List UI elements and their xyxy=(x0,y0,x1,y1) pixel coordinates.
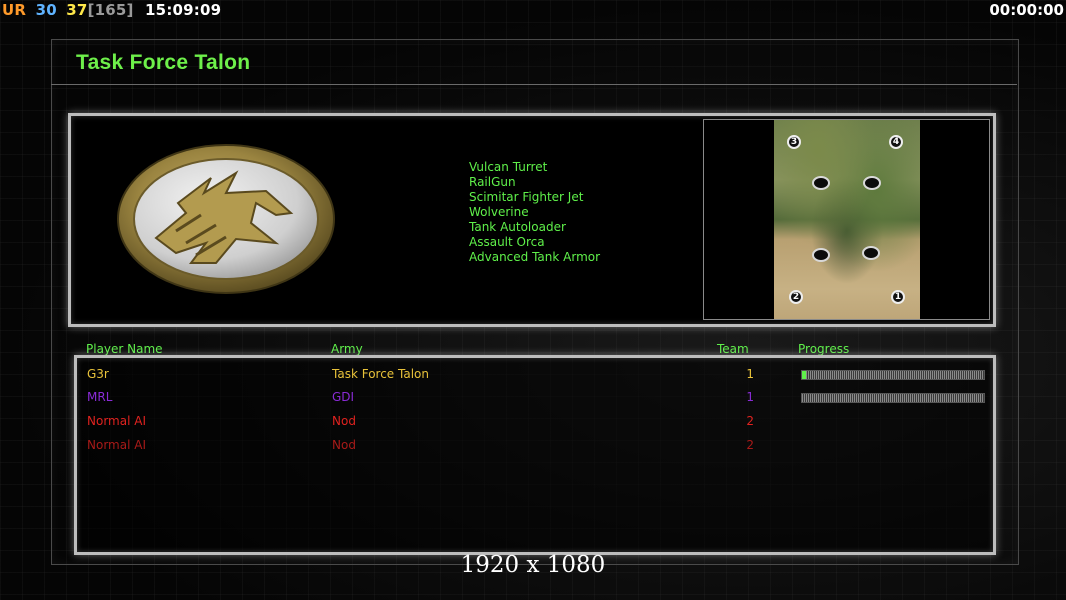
player-army: GDI xyxy=(332,390,355,404)
gdi-eagle-emblem-icon xyxy=(116,143,336,295)
hud-value-b: 37 xyxy=(66,1,88,19)
player-name: Normal AI xyxy=(87,438,146,452)
progress-fill xyxy=(802,371,806,379)
upgrade-item: Assault Orca xyxy=(469,235,545,249)
hud-value-a: 30 xyxy=(35,1,57,19)
player-team: 1 xyxy=(746,390,754,404)
spawn-marker: 1 xyxy=(891,290,905,304)
resource-spot xyxy=(862,246,880,260)
header-progress: Progress xyxy=(798,342,850,356)
hud-clock: 15:09:09 xyxy=(145,1,222,19)
upgrade-item: Wolverine xyxy=(469,205,529,219)
player-progress-bar xyxy=(801,370,985,380)
spawn-marker: 4 xyxy=(889,135,903,149)
minimap: 3 4 2 1 xyxy=(774,120,920,319)
resource-spot xyxy=(812,248,830,262)
hud-timer: 00:00:00 xyxy=(989,1,1064,19)
resource-spot xyxy=(812,176,830,190)
page-title: Task Force Talon xyxy=(76,51,251,74)
hud-ur-label: UR xyxy=(2,1,27,19)
player-name: MRL xyxy=(87,390,113,404)
header-army: Army xyxy=(331,342,363,356)
player-row: Normal AI Nod 2 xyxy=(77,438,993,460)
player-team: 1 xyxy=(746,367,754,381)
spawn-marker: 2 xyxy=(789,290,803,304)
resource-spot xyxy=(863,176,881,190)
upgrade-item: Advanced Tank Armor xyxy=(469,250,601,264)
player-name: G3r xyxy=(87,367,109,381)
player-name: Normal AI xyxy=(87,414,146,428)
player-progress-bar xyxy=(801,393,985,403)
player-row: Normal AI Nod 2 xyxy=(77,414,993,436)
upgrade-item: Tank Autoloader xyxy=(469,220,566,234)
hud-stats: UR 30 37[165] 15:09:09 xyxy=(2,1,221,19)
player-list: G3r Task Force Talon 1 MRL GDI 1 Normal … xyxy=(74,355,996,555)
header-player-name: Player Name xyxy=(86,342,163,356)
player-row: MRL GDI 1 xyxy=(77,390,993,412)
player-army: Nod xyxy=(332,414,356,428)
player-army: Nod xyxy=(332,438,356,452)
spawn-marker: 3 xyxy=(787,135,801,149)
player-army: Task Force Talon xyxy=(332,367,429,381)
upgrade-item: RailGun xyxy=(469,175,516,189)
player-team: 2 xyxy=(746,414,754,428)
upgrade-list: Vulcan Turret RailGun Scimitar Fighter J… xyxy=(469,160,600,265)
header-team: Team xyxy=(717,342,749,356)
hud-bracket-value: [165] xyxy=(87,1,134,19)
upgrade-item: Scimitar Fighter Jet xyxy=(469,190,584,204)
resolution-label: 1920 x 1080 xyxy=(460,552,606,578)
player-row: G3r Task Force Talon 1 xyxy=(77,367,993,389)
player-team: 2 xyxy=(746,438,754,452)
upgrade-item: Vulcan Turret xyxy=(469,160,548,174)
